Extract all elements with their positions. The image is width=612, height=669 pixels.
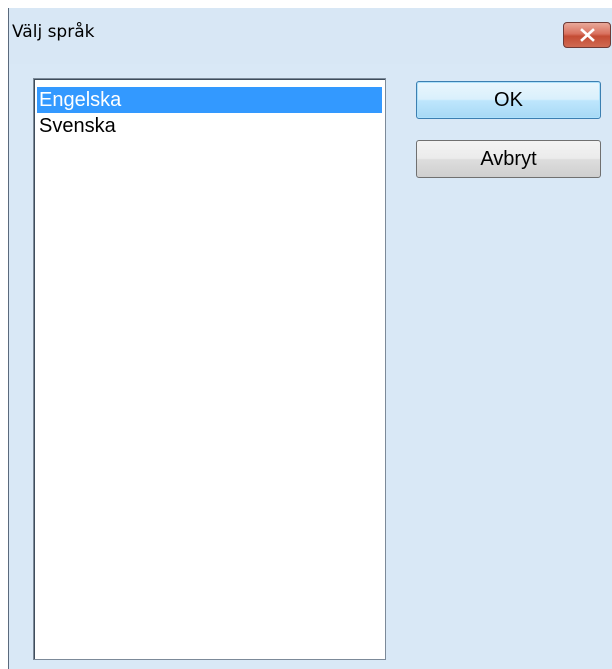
language-listbox[interactable]: Engelska Svenska [33, 78, 386, 660]
cancel-button[interactable]: Avbryt [416, 140, 601, 178]
close-button[interactable] [563, 22, 611, 48]
list-item-svenska[interactable]: Svenska [37, 113, 382, 139]
dialog-window: Välj språk Engelska Svenska OK Avbryt [8, 8, 612, 669]
list-item-engelska[interactable]: Engelska [37, 87, 382, 113]
title-bar[interactable]: Välj språk [9, 8, 612, 64]
ok-button[interactable]: OK [416, 81, 601, 119]
dialog-title: Välj språk [12, 22, 95, 42]
